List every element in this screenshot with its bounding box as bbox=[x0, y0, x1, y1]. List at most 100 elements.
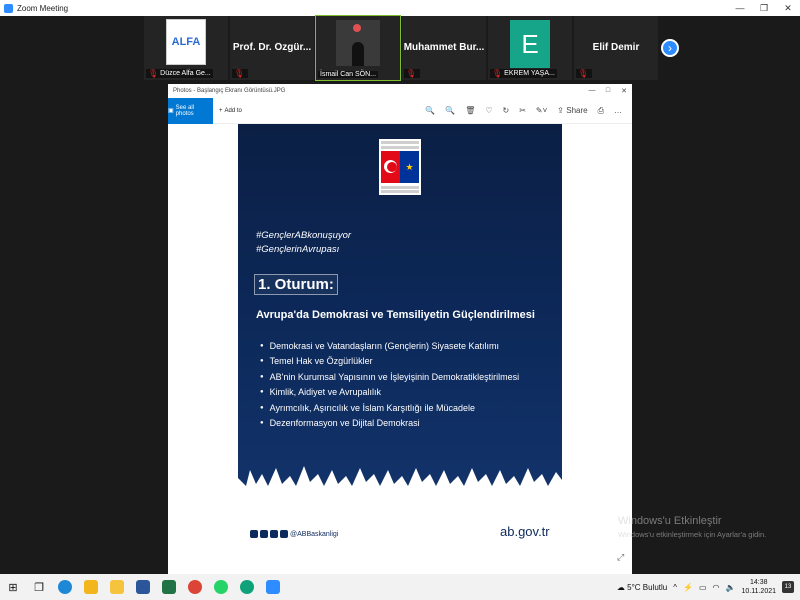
participant-name-label: 🎙 bbox=[404, 69, 421, 78]
photos-maximize-button[interactable]: □ bbox=[600, 87, 616, 95]
photos-icon: ▣ bbox=[168, 108, 174, 114]
topic-list: Demokrasi ve Vatandaşların (Gençlerin) S… bbox=[260, 338, 519, 431]
crop-icon[interactable]: ✂ bbox=[519, 106, 526, 116]
delete-icon[interactable]: 🗑 bbox=[465, 106, 475, 116]
avatar-letter: E bbox=[521, 28, 539, 59]
add-to-button[interactable]: + Add to bbox=[219, 108, 242, 114]
mic-muted-icon: 🎙 bbox=[578, 69, 589, 78]
topic-item: Temel Hak ve Özgürlükler bbox=[260, 354, 519, 370]
hashtag: #GençlerABkonuşuyor bbox=[256, 230, 352, 241]
plus-icon: + bbox=[219, 107, 223, 114]
taskbar-app-word[interactable] bbox=[130, 574, 156, 600]
activation-title: Windows'u Etkinleştir bbox=[618, 515, 722, 527]
close-button[interactable]: ✕ bbox=[776, 3, 800, 14]
clock-time: 14:38 bbox=[749, 579, 768, 586]
chevron-up-icon[interactable]: ^ bbox=[673, 583, 677, 592]
participant-tile[interactable]: Muhammet Bur... 🎙 bbox=[402, 16, 486, 80]
store-icon bbox=[84, 580, 98, 594]
event-slide: ★ #GençlerABkonuşuyor #GençlerinAvrupası… bbox=[238, 124, 562, 494]
turkish-flag-icon bbox=[381, 151, 400, 183]
chrome-icon bbox=[188, 580, 202, 594]
taskbar-app-store[interactable] bbox=[78, 574, 104, 600]
favorite-icon[interactable]: ♡ bbox=[485, 106, 492, 116]
minimize-button[interactable]: — bbox=[728, 3, 752, 13]
taskbar-app-whatsapp[interactable] bbox=[208, 574, 234, 600]
participant-avatar: E bbox=[510, 20, 550, 68]
activation-subtitle: Windows'u etkinleştirmek için Ayarlar'a … bbox=[618, 530, 767, 539]
youtube-icon bbox=[280, 530, 288, 538]
excel-icon bbox=[162, 580, 176, 594]
twitter-icon bbox=[250, 530, 258, 538]
shared-photos-window: Photos - Başlangıç Ekranı Görüntüsü.JPG … bbox=[168, 84, 632, 574]
share-button[interactable]: ⇪ Share bbox=[557, 106, 587, 116]
instagram-icon bbox=[260, 530, 268, 538]
whatsapp-icon bbox=[214, 580, 228, 594]
edge-icon bbox=[240, 580, 254, 594]
logo-text-bar bbox=[381, 190, 419, 193]
participant-name-label: İsmail Can SÖN... bbox=[318, 71, 379, 78]
taskbar-app-zoom[interactable] bbox=[260, 574, 286, 600]
participant-name: Prof. Dr. Özgür... bbox=[232, 42, 312, 53]
see-all-photos-button[interactable]: ▣ See all photos bbox=[168, 97, 213, 124]
participant-name-label: 🎙 bbox=[576, 69, 593, 78]
network-icon[interactable]: ⚡ bbox=[683, 583, 693, 592]
alfa-logo-text: ALFA bbox=[171, 36, 201, 48]
notification-center-button[interactable]: 13 bbox=[782, 581, 794, 593]
participant-name: Muhammet Bur... bbox=[403, 42, 485, 53]
gallery-next-button[interactable]: › bbox=[661, 39, 679, 57]
windows-logo-icon: ⊞ bbox=[8, 581, 18, 594]
photos-minimize-button[interactable]: — bbox=[584, 87, 600, 95]
participant-tile[interactable]: E 🎙 EKREM YAŞA... bbox=[488, 16, 572, 80]
mic-muted-icon: 🎙 bbox=[148, 69, 159, 78]
taskbar-app-edge[interactable] bbox=[52, 574, 78, 600]
mic-muted-icon: 🎙 bbox=[234, 69, 245, 78]
taskbar-app-chrome[interactable] bbox=[182, 574, 208, 600]
print-icon[interactable]: ⎙ bbox=[598, 106, 604, 116]
participant-tile[interactable]: Elif Demir 🎙 bbox=[574, 16, 658, 80]
share-label: Share bbox=[566, 105, 588, 115]
rotate-icon[interactable]: ↻ bbox=[503, 106, 510, 116]
edit-dropdown-icon[interactable]: ✎˅ bbox=[536, 106, 547, 116]
zoom-in-icon[interactable]: 🔍 bbox=[425, 106, 435, 116]
participant-name-label: 🎙 bbox=[232, 69, 249, 78]
participant-tile-active-speaker[interactable]: İsmail Can SÖN... bbox=[315, 15, 401, 81]
weather-widget[interactable]: ☁ 5°C Bulutlu bbox=[617, 583, 667, 592]
eu-flag-icon: ★ bbox=[400, 151, 419, 183]
weather-label: 5°C Bulutlu bbox=[627, 582, 668, 592]
social-media-links: @ABBaskanligi bbox=[250, 530, 338, 538]
start-button[interactable]: ⊞ bbox=[0, 574, 26, 600]
system-tray: ☁ 5°C Bulutlu ^ ⚡ ▭ ◠ 🔈 14:38 10.11.2021… bbox=[617, 578, 800, 596]
maximize-button[interactable]: ❐ bbox=[752, 3, 776, 14]
slide-footer: @ABBaskanligi ab.gov.tr bbox=[238, 494, 562, 554]
add-to-label: Add to bbox=[224, 107, 242, 114]
more-options-icon[interactable]: … bbox=[614, 106, 622, 116]
clock[interactable]: 14:38 10.11.2021 bbox=[741, 578, 776, 596]
session-heading: Avrupa'da Demokrasi ve Temsiliyetin Güçl… bbox=[256, 309, 535, 321]
taskbar-app-edge-2[interactable] bbox=[234, 574, 260, 600]
see-all-photos-label: See all photos bbox=[175, 104, 195, 117]
topic-item: Kimlik, Aidiyet ve Avrupalılık bbox=[260, 385, 519, 401]
battery-icon[interactable]: ▭ bbox=[699, 583, 707, 592]
taskbar-app-excel[interactable] bbox=[156, 574, 182, 600]
word-icon bbox=[136, 580, 150, 594]
topic-item: Demokrasi ve Vatandaşların (Gençlerin) S… bbox=[260, 338, 519, 354]
folder-icon bbox=[110, 580, 124, 594]
participant-name: EKREM YAŞA... bbox=[504, 70, 555, 77]
wifi-icon[interactable]: ◠ bbox=[713, 583, 720, 592]
clock-date: 10.11.2021 bbox=[741, 588, 776, 595]
photos-close-button[interactable]: ✕ bbox=[616, 87, 632, 95]
task-view-button[interactable]: ❐ bbox=[26, 574, 52, 600]
taskbar-app-explorer[interactable] bbox=[104, 574, 130, 600]
zoom-out-icon[interactable]: 🔍 bbox=[445, 106, 455, 116]
person-silhouette bbox=[352, 42, 364, 66]
share-icon: ⇪ bbox=[557, 105, 564, 115]
participant-tile[interactable]: ALFA 🎙 Düzce Alfa Ge... bbox=[144, 16, 228, 80]
topic-item: Dezenformasyon ve Dijital Demokrasi bbox=[260, 416, 519, 432]
participant-tile[interactable]: Prof. Dr. Özgür... 🎙 bbox=[230, 16, 314, 80]
logo-text-bar bbox=[381, 146, 419, 149]
notification-count: 13 bbox=[784, 584, 792, 590]
crowd-silhouette-decoration bbox=[238, 466, 562, 494]
expand-icon[interactable]: ⤢ bbox=[617, 552, 624, 563]
volume-icon[interactable]: 🔈 bbox=[726, 583, 736, 592]
photos-toolbar: ▣ See all photos + Add to 🔍 🔍 🗑 ♡ ↻ ✂ ✎˅… bbox=[168, 97, 632, 124]
